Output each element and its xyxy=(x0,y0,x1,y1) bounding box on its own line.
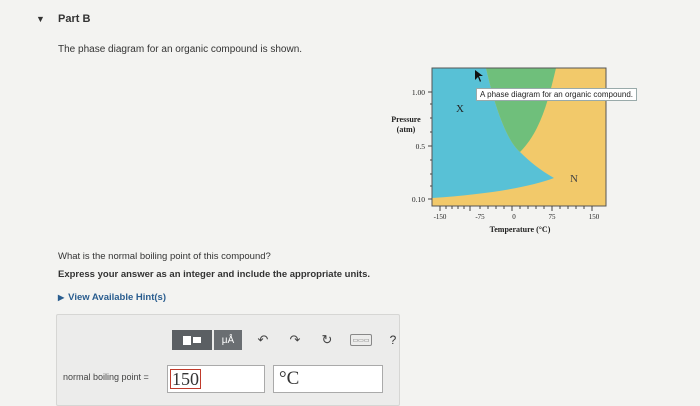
view-hints-label: View Available Hint(s) xyxy=(68,292,166,303)
templates-button[interactable] xyxy=(172,330,212,350)
answer-value: 150 xyxy=(170,369,201,389)
x-tick-label: 75 xyxy=(549,213,557,221)
diagram-tooltip: A phase diagram for an organic compound. xyxy=(476,88,637,101)
x-tick-label: 0 xyxy=(512,213,516,221)
question-text: What is the normal boiling point of this… xyxy=(58,251,271,262)
point-n-label: N xyxy=(570,173,578,185)
answer-unit: °C xyxy=(279,368,300,389)
y-tick-label: 0.5 xyxy=(416,142,426,151)
answer-value-input[interactable]: 150 xyxy=(167,365,265,393)
x-tick-label: -75 xyxy=(475,213,485,221)
y-axis-unit-label: (atm) xyxy=(397,125,416,134)
redo-icon[interactable]: ↷ xyxy=(284,330,306,350)
y-tick-label: 0.10 xyxy=(412,195,425,204)
x-tick-label: 150 xyxy=(589,213,600,221)
x-axis-label: Temperature (°C) xyxy=(490,225,551,234)
keyboard-icon[interactable]: ▭▭▭ xyxy=(350,334,372,346)
x-tick-label: -150 xyxy=(434,213,447,221)
expand-triangle-icon: ▶ xyxy=(58,293,65,302)
undo-icon[interactable]: ↶ xyxy=(252,330,274,350)
answer-toolbar: μÅ ↶ ↷ ↻ ▭▭▭ ? xyxy=(172,330,404,350)
y-tick-label: 1.00 xyxy=(412,88,425,97)
template-square-icon xyxy=(183,335,191,345)
part-title: Part B xyxy=(58,13,91,25)
intro-text: The phase diagram for an organic compoun… xyxy=(58,44,303,55)
help-button[interactable]: ? xyxy=(382,330,404,350)
instruction-text: Express your answer as an integer and in… xyxy=(58,269,371,280)
units-button[interactable]: μÅ xyxy=(214,330,242,350)
answer-label: normal boiling point = xyxy=(63,372,149,382)
answer-unit-input[interactable]: °C xyxy=(273,365,383,393)
collapse-triangle-icon[interactable]: ▼ xyxy=(36,14,45,24)
reset-icon[interactable]: ↻ xyxy=(316,330,338,350)
point-x-label: X xyxy=(456,103,464,115)
y-axis-label: Pressure xyxy=(391,115,421,124)
view-hints-link[interactable]: ▶ View Available Hint(s) xyxy=(58,292,166,303)
template-square-icon xyxy=(193,337,201,343)
